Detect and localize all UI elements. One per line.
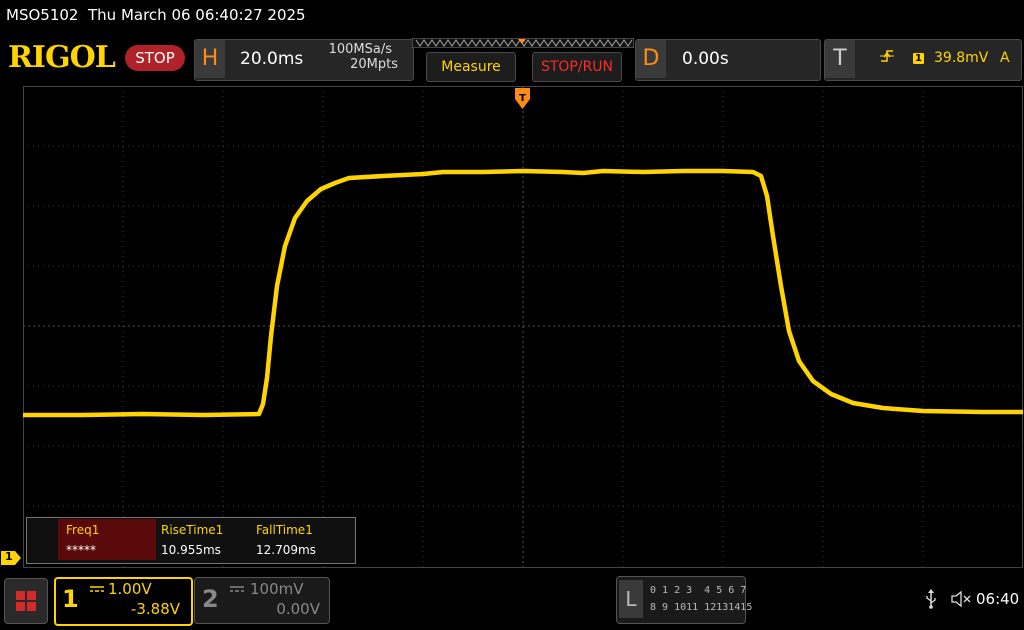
ch1-offset-marker[interactable]: 1: [1, 550, 21, 565]
rigol-logo: RIGOL: [8, 40, 116, 75]
grid-menu-icon: [16, 591, 36, 611]
dc-coupling-icon: [230, 586, 244, 592]
digital-channels-row-2: 8 9 1011 12131415: [650, 602, 753, 613]
trigger-level: 39.8mV: [934, 50, 989, 66]
memory-depth: 20Mpts: [350, 57, 398, 72]
waveform-overview[interactable]: [412, 38, 634, 48]
measurement-value: 12.709ms: [256, 543, 316, 557]
dc-coupling-icon: [90, 586, 104, 592]
run-state-badge[interactable]: STOP: [125, 45, 185, 71]
stop-run-button[interactable]: STOP/RUN: [532, 52, 622, 82]
measurement-value: 10.955ms: [161, 543, 221, 557]
channel-1-number: 1: [62, 585, 79, 613]
channel-2-scale: 100mV: [250, 580, 304, 598]
model-name: MSO5102: [6, 6, 79, 24]
sample-rate: 100MSa/s: [328, 42, 392, 57]
channel-2-offset: 0.00V: [276, 600, 320, 618]
measurement-label: FallTime1: [256, 523, 313, 537]
measure-button[interactable]: Measure: [426, 52, 516, 82]
menu-button[interactable]: [4, 578, 48, 624]
usb-icon: [926, 589, 936, 609]
trigger-source-badge: 1: [913, 53, 924, 64]
horizontal-tag: H: [195, 40, 225, 78]
channel-2-number: 2: [202, 585, 219, 613]
delay-value: 0.00s: [682, 49, 729, 69]
timebase-value: 20.0ms: [240, 49, 304, 69]
trigger-mode: A: [1000, 50, 1010, 66]
clock: 06:40: [976, 590, 1020, 608]
measurement-value: *****: [66, 543, 96, 557]
waveform-display[interactable]: [23, 86, 1023, 568]
measurement-label: RiseTime1: [161, 523, 224, 537]
datetime: Thu March 06 06:40:27 2025: [88, 6, 306, 24]
logic-analyzer-tag: L: [619, 580, 643, 618]
trigger-position-marker[interactable]: T: [515, 88, 530, 110]
measurement-label: Freq1: [66, 523, 100, 537]
channel-1-offset: -3.88V: [130, 600, 180, 618]
mute-icon[interactable]: [950, 590, 972, 608]
rising-edge-icon: [880, 50, 894, 62]
trigger-tag: T: [825, 40, 855, 78]
title-bar: MSO5102 Thu March 06 06:40:27 2025: [0, 0, 1024, 34]
ch1-marker-label: 1: [5, 550, 13, 563]
digital-channels-row-1: 0 1 2 3 4 5 6 7: [650, 585, 747, 596]
title-text: MSO5102 Thu March 06 06:40:27 2025: [6, 6, 306, 24]
svg-text:T: T: [519, 93, 526, 104]
channel-1-scale: 1.00V: [108, 580, 152, 598]
delay-tag: D: [636, 40, 666, 78]
